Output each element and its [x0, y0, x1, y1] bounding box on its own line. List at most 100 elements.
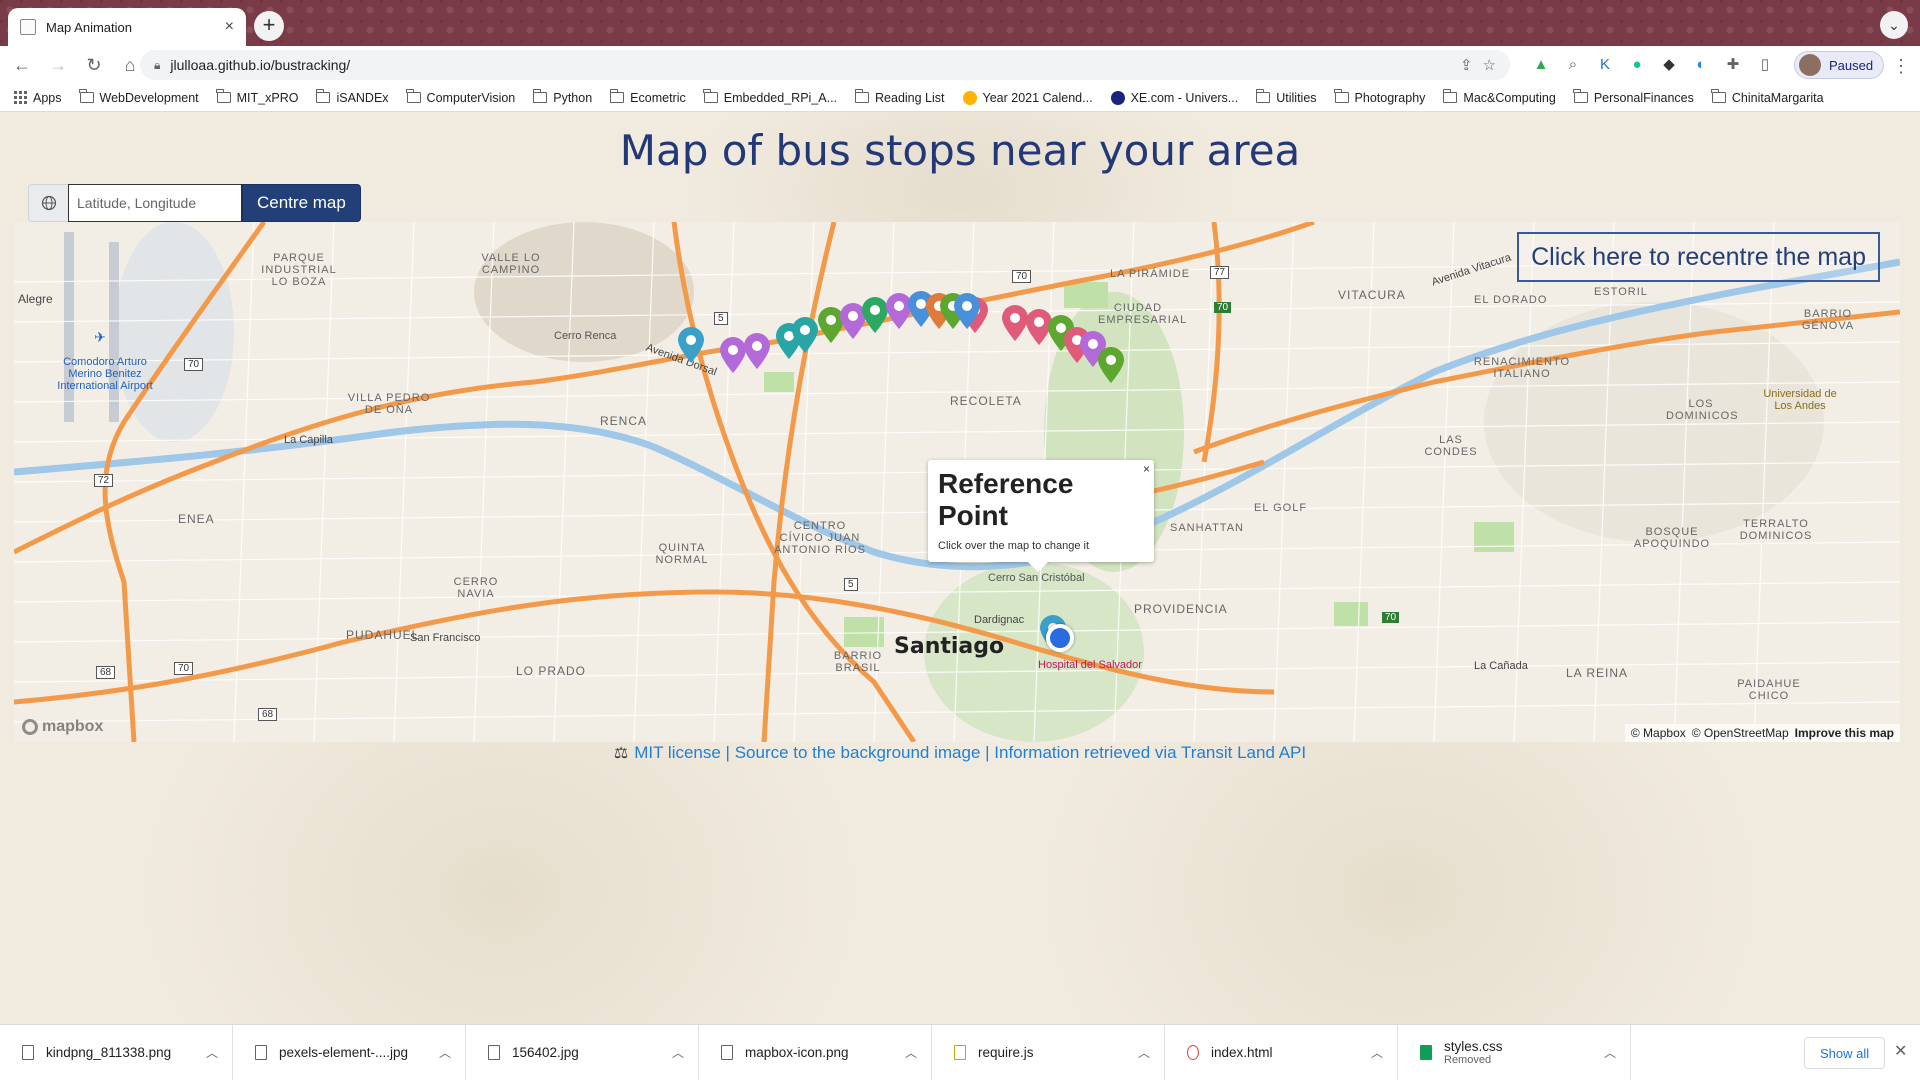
- download-item[interactable]: styles.css Removed ︿: [1398, 1024, 1631, 1080]
- map-label-hospital: Hospital del Salvador: [1038, 659, 1142, 671]
- reference-point-marker[interactable]: [1046, 624, 1074, 652]
- map-label-la-reina: LA REINA: [1566, 666, 1629, 680]
- reload-icon[interactable]: ↻: [80, 51, 108, 79]
- chevron-up-icon[interactable]: ︿: [905, 1044, 917, 1061]
- bookmark-folder[interactable]: Ecometric: [609, 89, 686, 105]
- bookmark-folder[interactable]: MIT_xPRO: [216, 89, 298, 105]
- map-label-barrio-genova: BARRIO GÉNOVA: [1801, 308, 1855, 332]
- apps-grid-icon: [14, 91, 27, 104]
- page-icon: [20, 19, 36, 35]
- recentre-map-button[interactable]: Click here to recentre the map: [1517, 232, 1880, 282]
- bookmark-folder[interactable]: Photography: [1334, 89, 1425, 105]
- map-label-san-francisco: San Francisco: [410, 632, 481, 644]
- download-shelf: kindpng_811338.png ︿ pexels-element-....…: [0, 1024, 1920, 1080]
- road-shield-70: 70: [1214, 302, 1232, 313]
- bookmark-label: Python: [553, 90, 593, 105]
- profile-button[interactable]: Paused: [1794, 51, 1884, 79]
- map-label-barrio-brasil: BARRIO BRASIL: [833, 650, 883, 674]
- chevron-up-icon[interactable]: ︿: [439, 1044, 451, 1061]
- bookmark-star-icon[interactable]: ☆: [1483, 56, 1496, 74]
- coordinates-input[interactable]: [68, 184, 242, 222]
- download-item[interactable]: pexels-element-....jpg ︿: [233, 1024, 466, 1080]
- bookmark-label: iSANDEx: [336, 90, 389, 105]
- download-filename: mapbox-icon.png: [745, 1045, 849, 1060]
- download-item[interactable]: index.html ︿: [1165, 1024, 1398, 1080]
- close-shelf-icon[interactable]: ✕: [1894, 1041, 1907, 1061]
- chevron-up-icon[interactable]: ︿: [672, 1044, 684, 1061]
- attribution-osm-link[interactable]: © OpenStreetMap: [1692, 726, 1789, 740]
- xe-site-icon: [1110, 90, 1125, 105]
- chevron-up-icon[interactable]: ︿: [1604, 1044, 1616, 1061]
- folder-icon: [703, 89, 718, 103]
- download-item[interactable]: 156402.jpg ︿: [466, 1024, 699, 1080]
- road-shield-5: 5: [844, 578, 858, 591]
- show-all-button[interactable]: Show all: [1804, 1037, 1886, 1069]
- k-extension-icon[interactable]: K: [1594, 54, 1616, 76]
- bookmark-label: XE.com - Univers...: [1130, 90, 1239, 105]
- popup-subtitle: Click over the map to change it: [938, 540, 1090, 552]
- map-label-recoleta: RECOLETA: [950, 394, 1022, 408]
- extensions: ▲ ⌕ K ● ◆ ◐ ✚ ▯: [1530, 54, 1776, 76]
- centre-map-button[interactable]: Centre map: [242, 184, 361, 222]
- search-extension-icon[interactable]: ⌕: [1562, 54, 1584, 76]
- sync-extension-icon[interactable]: ◐: [1690, 54, 1712, 76]
- chevron-up-icon[interactable]: ︿: [1138, 1044, 1150, 1061]
- bookmark-label: PersonalFinances: [1593, 90, 1694, 105]
- bookmark-link[interactable]: XE.com - Univers...: [1110, 90, 1239, 105]
- chevron-up-icon[interactable]: ︿: [206, 1044, 218, 1061]
- bookmark-folder[interactable]: ChinitaMargarita: [1711, 89, 1824, 105]
- chevron-up-icon[interactable]: ︿: [1371, 1044, 1383, 1061]
- download-item[interactable]: mapbox-icon.png ︿: [699, 1024, 932, 1080]
- drive-extension-icon[interactable]: ▲: [1530, 54, 1552, 76]
- grammarly-extension-icon[interactable]: ●: [1626, 54, 1648, 76]
- download-item[interactable]: kindpng_811338.png ︿: [0, 1024, 233, 1080]
- bookmark-apps[interactable]: Apps: [14, 91, 62, 105]
- bookmark-label: Ecometric: [630, 90, 686, 105]
- map-label-cerro-navia: CERRO NAVIA: [453, 576, 499, 600]
- attribution-mapbox-link[interactable]: © Mapbox: [1631, 726, 1686, 740]
- url-text[interactable]: jlulloaa.github.io/bustracking/: [170, 57, 1450, 73]
- bookmark-link[interactable]: Year 2021 Calend...: [962, 90, 1093, 105]
- menu-icon[interactable]: ⋮: [1892, 56, 1910, 77]
- sidepanel-icon[interactable]: ▯: [1754, 54, 1776, 76]
- bookmark-folder[interactable]: WebDevelopment: [79, 89, 199, 105]
- scale-balance-icon: ⚖: [613, 745, 629, 762]
- mapbox-logo[interactable]: mapbox: [22, 718, 103, 736]
- map-label-renca: RENCA: [600, 414, 648, 428]
- download-filename: kindpng_811338.png: [46, 1045, 172, 1060]
- bookmark-folder[interactable]: Mac&Computing: [1442, 89, 1556, 105]
- share-icon[interactable]: ⇪: [1460, 56, 1473, 74]
- bookmark-folder[interactable]: Reading List: [854, 89, 945, 105]
- new-tab-button[interactable]: +: [254, 11, 284, 41]
- file-icon: [721, 1045, 733, 1060]
- map-label-sanhattan: SANHATTAN: [1170, 522, 1244, 534]
- tab-search-button[interactable]: ⌄: [1880, 11, 1908, 39]
- bookmark-label: Year 2021 Calend...: [982, 90, 1093, 105]
- address-bar[interactable]: 🔒︎ jlulloaa.github.io/bustracking/ ⇪ ☆: [140, 50, 1510, 80]
- bookmark-folder[interactable]: PersonalFinances: [1573, 89, 1694, 105]
- bookmark-folder[interactable]: Embedded_RPi_A...: [703, 89, 837, 105]
- map[interactable]: ✈ Santiago RENCA RECOLETA PROVIDENCIA VI…: [14, 222, 1900, 742]
- lock-icon[interactable]: 🔒︎: [154, 58, 160, 73]
- bookmark-folder[interactable]: iSANDEx: [315, 89, 389, 105]
- map-label-parque: PARQUE INDUSTRIAL LO BOZA: [261, 252, 337, 288]
- file-icon: [255, 1045, 267, 1060]
- footer-links[interactable]: MIT license | Source to the background i…: [634, 743, 1306, 763]
- dark-extension-icon[interactable]: ◆: [1658, 54, 1680, 76]
- bookmark-folder[interactable]: Utilities: [1255, 89, 1317, 105]
- improve-map-link[interactable]: Improve this map: [1795, 726, 1894, 740]
- back-icon[interactable]: ←: [8, 51, 36, 79]
- bookmark-label: Apps: [33, 90, 62, 105]
- folder-icon: [532, 89, 548, 103]
- folder-icon: [216, 89, 231, 103]
- popup-close-icon[interactable]: ×: [1143, 462, 1150, 476]
- close-tab-icon[interactable]: ×: [225, 18, 234, 36]
- coordinate-search: Centre map: [28, 184, 361, 222]
- bookmark-folder[interactable]: ComputerVision: [406, 89, 515, 105]
- download-item[interactable]: require.js ︿: [932, 1024, 1165, 1080]
- puzzle-icon[interactable]: ✚: [1722, 54, 1744, 76]
- bookmark-folder[interactable]: Python: [532, 89, 593, 105]
- browser-tab[interactable]: Map Animation ×: [8, 8, 246, 46]
- forward-icon[interactable]: →: [44, 51, 72, 79]
- map-label-cerro-san-cristobal: Cerro San Cristóbal: [988, 572, 1085, 584]
